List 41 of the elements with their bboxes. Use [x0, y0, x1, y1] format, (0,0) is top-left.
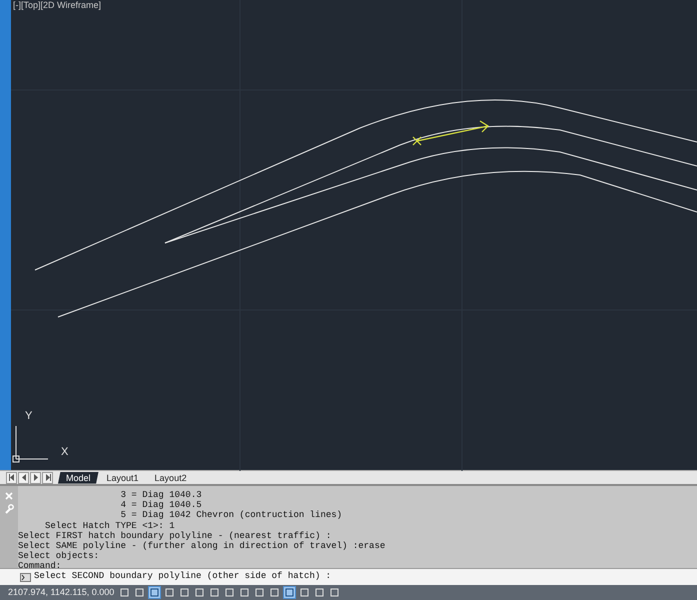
drafting-toggle[interactable] — [313, 586, 326, 599]
drafting-toggle[interactable] — [298, 586, 311, 599]
command-history-line: 4 = Diag 1040.5 — [120, 500, 203, 510]
layout-tab[interactable]: Layout2 — [146, 472, 195, 484]
drafting-toggle[interactable] — [118, 586, 131, 599]
previous-icon — [20, 473, 28, 482]
first-page-icon — [8, 473, 16, 482]
next-button[interactable] — [30, 472, 41, 484]
command-history-line: Select Hatch TYPE <1>: 1 — [44, 520, 176, 531]
layout-tab[interactable]: Model — [58, 472, 99, 484]
first-button[interactable] — [6, 472, 17, 484]
command-prompt-icon — [20, 572, 31, 582]
drafting-toggle[interactable] — [208, 586, 221, 599]
command-history-line: Select FIRST hatch boundary polyline - (nearest traffic) : — [18, 530, 332, 542]
viewport-label[interactable]: [-][Top][2D Wireframe] — [13, 0, 102, 10]
last-button[interactable] — [42, 472, 53, 484]
command-history-line: Select objects: — [18, 551, 100, 562]
next-icon — [32, 473, 40, 482]
drafting-toggle[interactable] — [163, 586, 176, 599]
drafting-toggle[interactable] — [178, 586, 191, 599]
ucs-axis-icon — [12, 426, 48, 462]
axis-label: X — [61, 446, 68, 458]
drafting-toggle[interactable] — [238, 586, 251, 599]
prev-button[interactable] — [18, 472, 29, 484]
layout-tab[interactable]: Layout1 — [98, 472, 147, 484]
coordinates-readout: 2107.974, 1142.115, 0.000 — [7, 586, 116, 599]
drafting-toggle[interactable] — [133, 586, 146, 599]
command-input[interactable]: Select SECOND boundary polyline (other side of hatch) : — [0, 568, 697, 586]
drafting-toggle[interactable] — [148, 586, 161, 599]
command-history-line: 3 = Diag 1040.3 — [120, 490, 203, 500]
drafting-toggle[interactable] — [268, 586, 281, 599]
drafting-toggle[interactable] — [223, 586, 236, 599]
axis-label: Y — [25, 410, 32, 422]
drafting-toggle[interactable] — [283, 586, 296, 599]
drafting-toggle[interactable] — [193, 586, 206, 599]
command-history-line: 5 = Diag 1042 Chevron (contruction lines) — [120, 510, 344, 521]
drafting-toggle[interactable] — [328, 586, 341, 599]
last-page-icon — [44, 473, 52, 482]
command-prompt-text: Select SECOND boundary polyline (other side of hatch) : — [34, 570, 332, 584]
drafting-toggle[interactable] — [253, 586, 266, 599]
command-history-line: Select SAME polyline - (further along in direction of travel) :erase — [18, 541, 386, 552]
